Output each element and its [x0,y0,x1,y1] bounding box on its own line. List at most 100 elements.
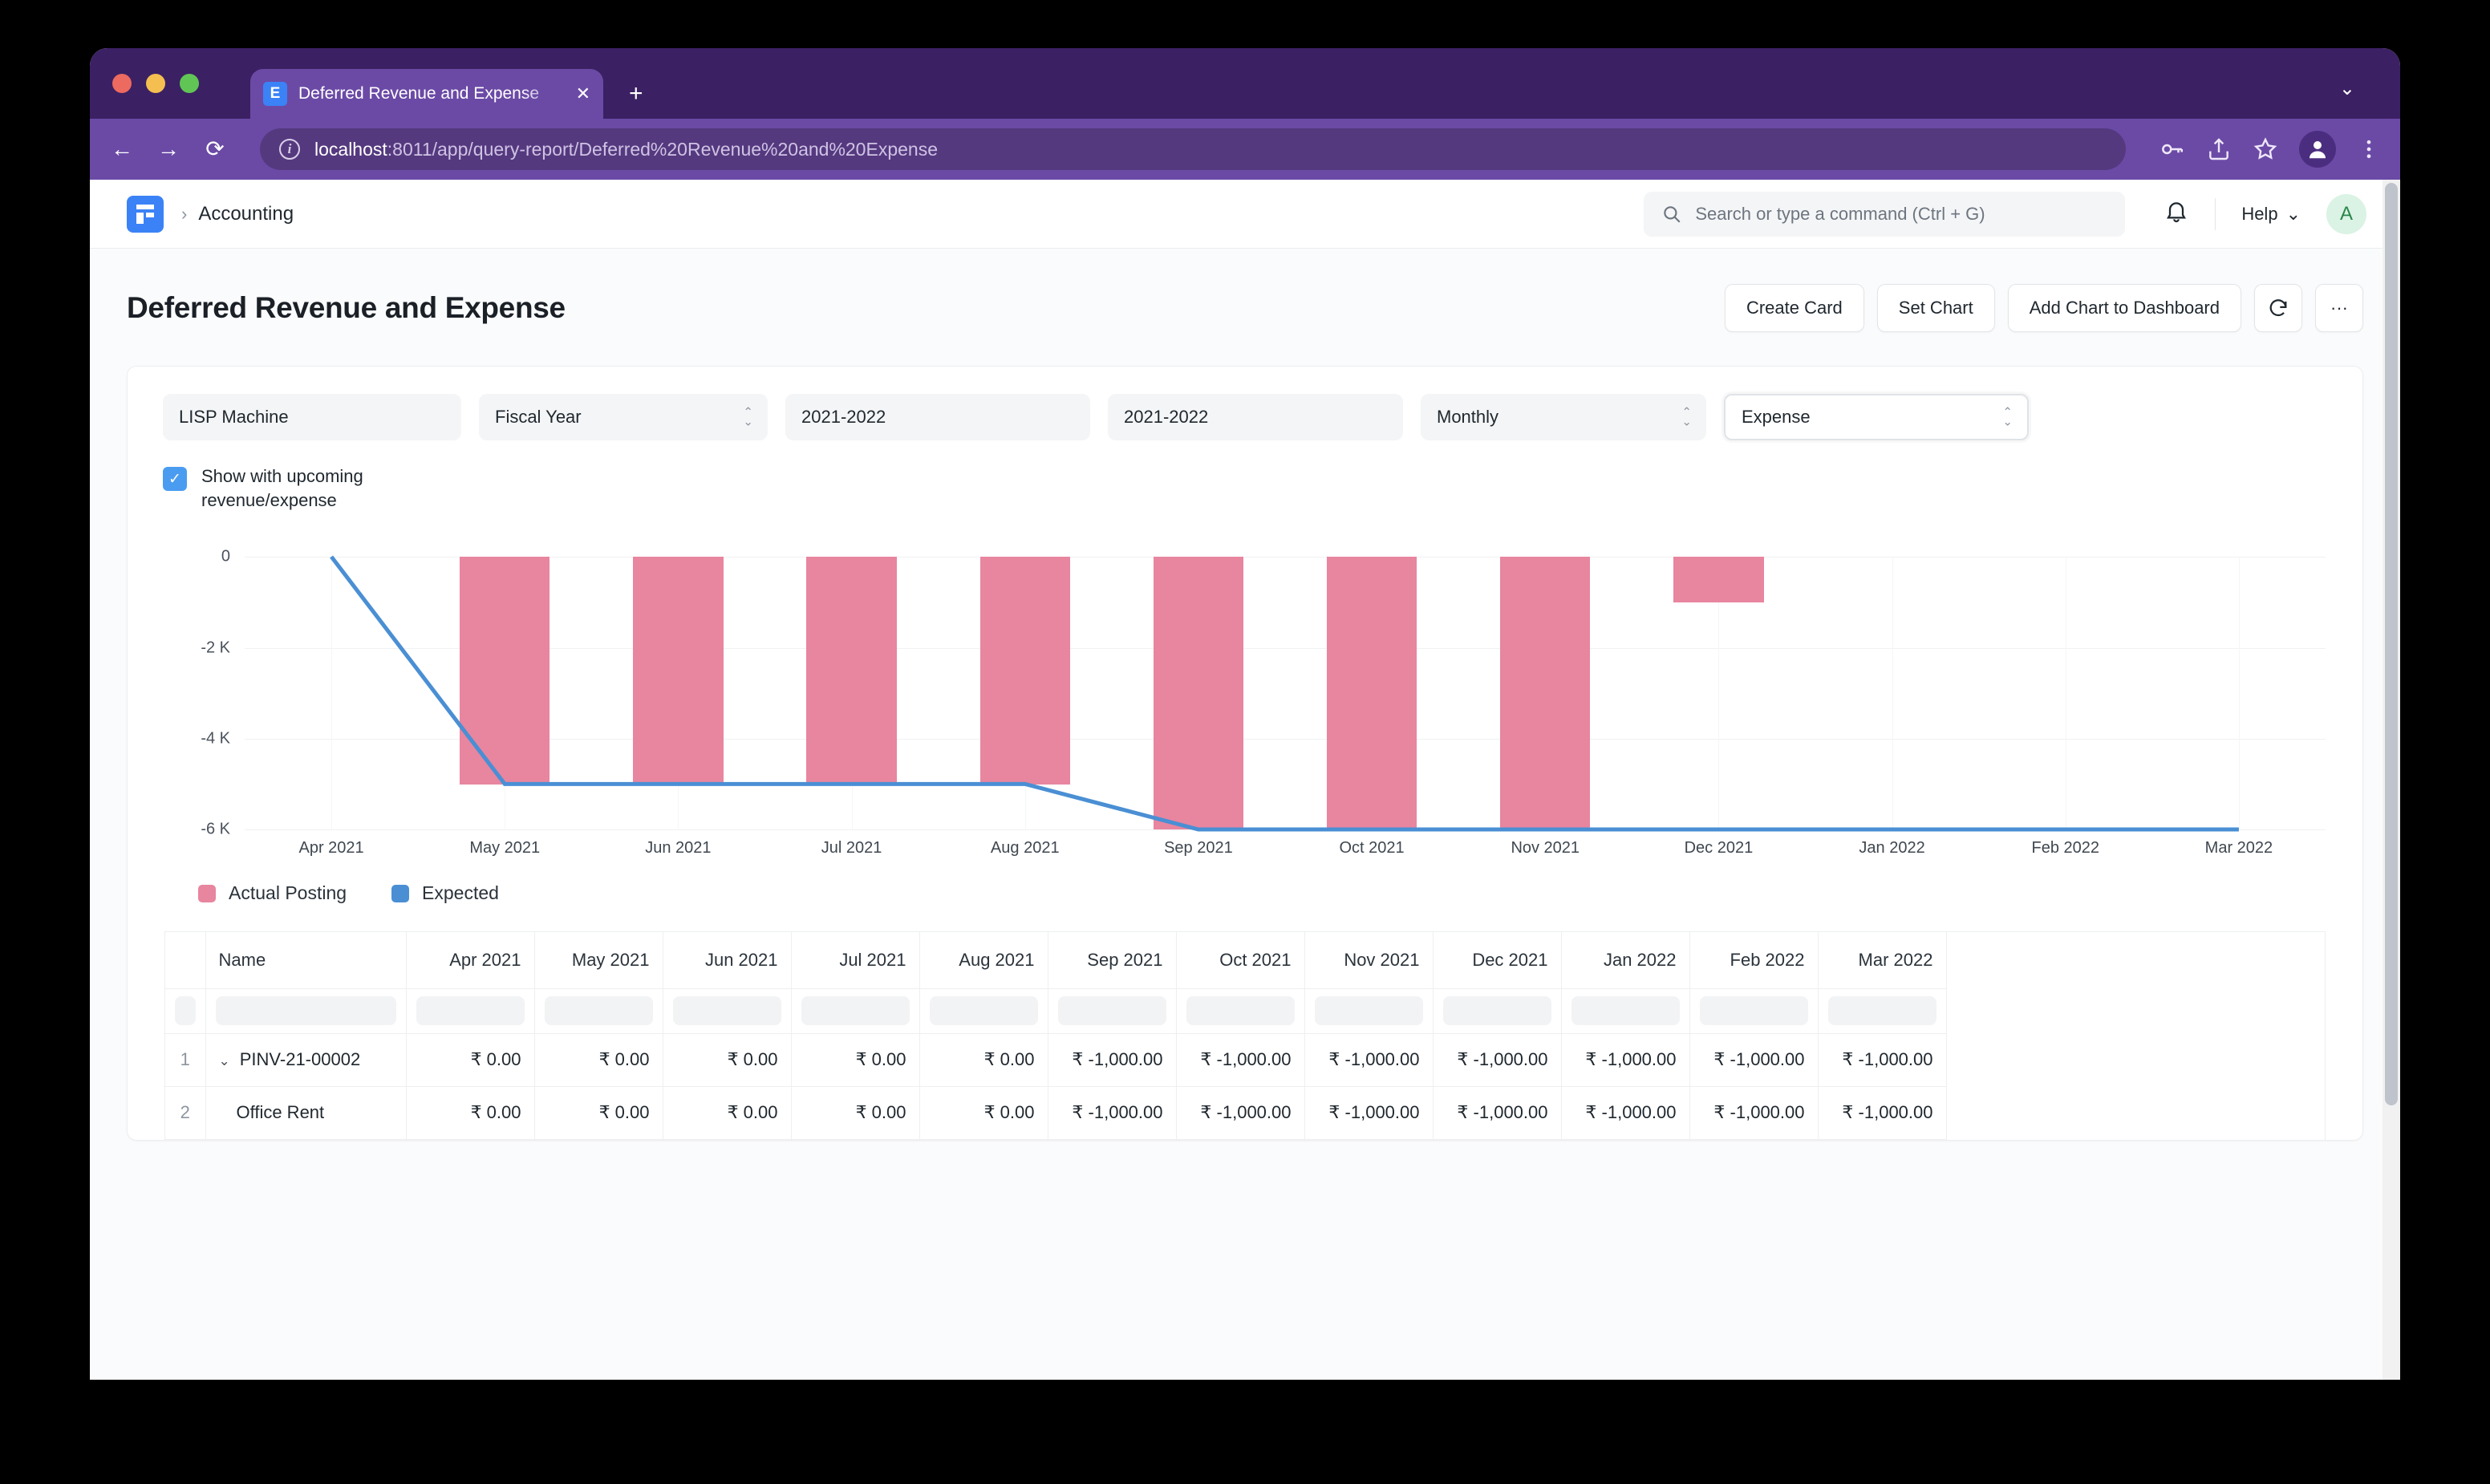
table-filter-input[interactable] [1057,996,1166,1026]
page-scrollbar[interactable] [2383,180,2400,1380]
table-cell-value[interactable]: ₹ -1,000.00 [1304,1086,1434,1140]
refresh-button[interactable] [2254,284,2302,332]
legend-item-actual-posting[interactable]: Actual Posting [198,882,347,904]
table-row[interactable]: 2 Office Rent ₹ 0.00 ₹ 0.00 ₹ 0.00 ₹ 0.00 ₹ 0.… [165,1086,1947,1140]
table-cell-value[interactable]: ₹ 0.00 [534,1033,663,1087]
password-key-icon[interactable] [2158,136,2185,163]
reload-icon[interactable]: ⟳ [202,138,228,160]
browser-profile-icon[interactable] [2299,131,2336,168]
table-cell-value[interactable]: ₹ 0.00 [406,1086,535,1140]
table-filter-input[interactable] [215,996,396,1026]
address-bar[interactable]: i localhost:8011/app/query-report/Deferr… [260,128,2126,170]
filter-based-on[interactable]: Fiscal Year ⌃ ⌄ [479,394,768,440]
table-column-header[interactable]: Apr 2021 [406,932,535,989]
table-filter-input[interactable] [1571,996,1680,1026]
bookmark-star-icon[interactable] [2253,136,2278,162]
table-filter-input[interactable] [1442,996,1551,1026]
upcoming-checkbox-row[interactable]: ✓ Show with upcoming revenue/expense [128,440,2362,512]
table-filter-cell[interactable] [791,988,920,1034]
table-column-header[interactable]: Jun 2021 [663,932,792,989]
table-filter-cell[interactable] [406,988,535,1034]
erpnext-logo-icon[interactable] [127,195,164,233]
filter-type[interactable]: Expense ⌃ ⌄ [1724,394,2029,440]
table-cell-value[interactable]: ₹ 0.00 [919,1086,1048,1140]
table-column-header[interactable]: Dec 2021 [1433,932,1562,989]
table-filter-input[interactable] [801,996,910,1026]
table-filter-cell[interactable] [534,988,663,1034]
table-filter-cell[interactable] [1689,988,1819,1034]
filter-to-fiscal-year[interactable]: 2021-2022 [1108,394,1403,440]
table-cell-value[interactable]: ₹ -1,000.00 [1304,1033,1434,1087]
table-column-header[interactable]: Name [205,932,407,989]
table-cell-value[interactable]: ₹ -1,000.00 [1048,1086,1177,1140]
table-filter-input[interactable] [1186,996,1295,1026]
table-name-cell[interactable]: ⌄ PINV-21-00002 [205,1033,407,1087]
table-cell-value[interactable]: ₹ 0.00 [791,1086,920,1140]
back-icon[interactable]: ← [109,138,135,160]
breadcrumb[interactable]: Accounting [198,203,294,225]
table-column-header[interactable]: Oct 2021 [1176,932,1305,989]
close-tab-icon[interactable]: ✕ [576,83,590,104]
table-filter-input[interactable] [672,996,781,1026]
share-icon[interactable] [2206,136,2232,162]
table-column-header[interactable]: Nov 2021 [1304,932,1434,989]
table-column-header[interactable] [165,932,206,989]
table-cell-value[interactable]: ₹ 0.00 [663,1033,792,1087]
table-row[interactable]: 1 ⌄ PINV-21-00002 ₹ 0.00 ₹ 0.00 ₹ 0.00 ₹ 0.00 ₹… [165,1033,1947,1087]
window-traffic-lights[interactable] [112,74,199,93]
new-tab-icon[interactable]: + [629,82,643,106]
minimize-window-button[interactable] [146,74,165,93]
table-cell-value[interactable]: ₹ 0.00 [663,1086,792,1140]
filter-company[interactable]: LISP Machine [163,394,461,440]
table-column-header[interactable]: Jan 2022 [1561,932,1690,989]
table-column-header[interactable]: May 2021 [534,932,663,989]
table-filter-cell[interactable] [1176,988,1305,1034]
set-chart-button[interactable]: Set Chart [1876,284,1995,332]
table-cell-value[interactable]: ₹ 0.00 [791,1033,920,1087]
table-filter-cell[interactable] [919,988,1048,1034]
table-filter-cell[interactable] [1304,988,1434,1034]
filter-periodicity[interactable]: Monthly ⌃ ⌄ [1421,394,1706,440]
table-filter-cell[interactable] [205,988,407,1034]
chevron-down-icon[interactable]: ⌄ [219,1053,230,1068]
table-cell-value[interactable]: ₹ -1,000.00 [1561,1086,1690,1140]
table-column-header[interactable]: Mar 2022 [1818,932,1947,989]
table-cell-value[interactable]: ₹ -1,000.00 [1818,1033,1947,1087]
table-filter-cell[interactable] [1048,988,1177,1034]
table-filter-input[interactable] [416,996,525,1026]
table-cell-value[interactable]: ₹ -1,000.00 [1433,1086,1562,1140]
filter-from-fiscal-year[interactable]: 2021-2022 [785,394,1090,440]
forward-icon[interactable]: → [156,138,181,160]
search-input[interactable]: Search or type a command (Ctrl + G) [1644,191,2126,237]
create-card-button[interactable]: Create Card [1724,284,1864,332]
table-column-header[interactable]: Sep 2021 [1048,932,1177,989]
more-menu-button[interactable]: ··· [2315,284,2363,332]
table-filter-row[interactable] [165,988,1947,1034]
table-filter-input[interactable] [175,996,196,1026]
table-cell-value[interactable]: ₹ -1,000.00 [1176,1086,1305,1140]
table-cell-name[interactable]: PINV-21-00002 [240,1049,360,1069]
table-column-header[interactable]: Feb 2022 [1689,932,1819,989]
table-filter-cell[interactable] [1561,988,1690,1034]
table-filter-cell[interactable] [165,988,206,1034]
table-filter-cell[interactable] [663,988,792,1034]
table-name-cell[interactable]: Office Rent [205,1086,407,1140]
table-cell-value[interactable]: ₹ 0.00 [919,1033,1048,1087]
browser-menu-icon[interactable] [2357,137,2381,161]
table-cell-value[interactable]: ₹ -1,000.00 [1048,1033,1177,1087]
chevron-down-icon[interactable]: ⌄ [2339,77,2355,100]
table-cell-value[interactable]: ₹ -1,000.00 [1433,1033,1562,1087]
avatar[interactable]: A [2326,193,2366,234]
table-cell-value[interactable]: ₹ -1,000.00 [1176,1033,1305,1087]
legend-item-expected[interactable]: Expected [391,882,499,904]
table-cell-value[interactable]: ₹ 0.00 [406,1033,535,1087]
table-cell-name[interactable]: Office Rent [237,1102,325,1122]
maximize-window-button[interactable] [180,74,199,93]
table-filter-input[interactable] [1827,996,1936,1026]
site-info-icon[interactable]: i [279,139,300,160]
table-filter-input[interactable] [1699,996,1808,1026]
report-table-wrapper[interactable]: Name Apr 2021 May 2021 Jun 2021 Jul 2021 Aug … [164,931,2326,1140]
table-cell-value[interactable]: ₹ -1,000.00 [1689,1086,1819,1140]
table-filter-cell[interactable] [1818,988,1947,1034]
table-cell-value[interactable]: ₹ -1,000.00 [1818,1086,1947,1140]
